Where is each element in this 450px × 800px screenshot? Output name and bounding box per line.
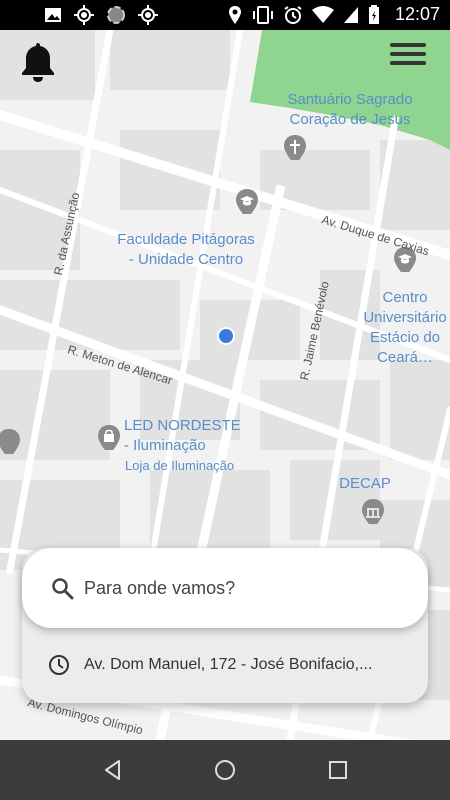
status-right-icons: 12:07 <box>227 4 440 25</box>
loading-circle-icon <box>107 6 125 24</box>
back-triangle-icon[interactable] <box>101 758 125 782</box>
search-bar[interactable]: Para onde vamos? <box>22 548 428 628</box>
school-pin-icon[interactable] <box>234 188 260 214</box>
government-pin-icon[interactable] <box>360 498 386 524</box>
place-label-decap[interactable]: DECAP <box>330 474 400 494</box>
home-circle-icon[interactable] <box>213 758 237 782</box>
place-label-led[interactable]: LED NORDESTE - Iluminação <box>124 416 264 456</box>
place-label-santuario[interactable]: Santuário Sagrado Coração de Jesus <box>270 90 430 130</box>
recent-address: Av. Dom Manuel, 172 - José Bonifacio,... <box>84 656 373 673</box>
status-bar: 12:07 <box>0 0 450 30</box>
battery-icon <box>368 4 379 24</box>
wifi-icon <box>311 5 334 23</box>
search-placeholder: Para onde vamos? <box>84 577 236 598</box>
alarm-icon <box>284 5 302 24</box>
status-left-icons <box>44 5 158 25</box>
shopping-pin-icon[interactable] <box>96 424 122 450</box>
location-target-icon <box>138 5 158 25</box>
place-label-centro-universitario[interactable]: Centro Universitário Estácio do Ceará… <box>350 288 450 368</box>
recent-destination-item[interactable]: Av. Dom Manuel, 172 - José Bonifacio,... <box>22 640 428 690</box>
vibrate-icon <box>252 5 273 24</box>
signal-icon <box>343 6 358 23</box>
bell-icon[interactable] <box>18 40 58 84</box>
location-pin-icon <box>228 5 241 24</box>
image-icon <box>45 8 61 22</box>
clock-icon <box>49 655 69 675</box>
status-time: 12:07 <box>394 4 440 24</box>
recents-square-icon[interactable] <box>326 758 350 782</box>
place-sublabel-led: Loja de Iluminação <box>125 458 235 473</box>
church-pin-icon[interactable] <box>282 134 308 160</box>
location-target-icon <box>74 5 94 25</box>
system-nav-bar <box>0 740 450 800</box>
search-icon <box>52 578 74 600</box>
hamburger-menu-icon[interactable] <box>390 38 430 72</box>
shopping-pin-icon[interactable] <box>0 428 26 454</box>
place-label-faculdade[interactable]: Faculdade Pitágoras - Unidade Centro <box>106 230 266 270</box>
